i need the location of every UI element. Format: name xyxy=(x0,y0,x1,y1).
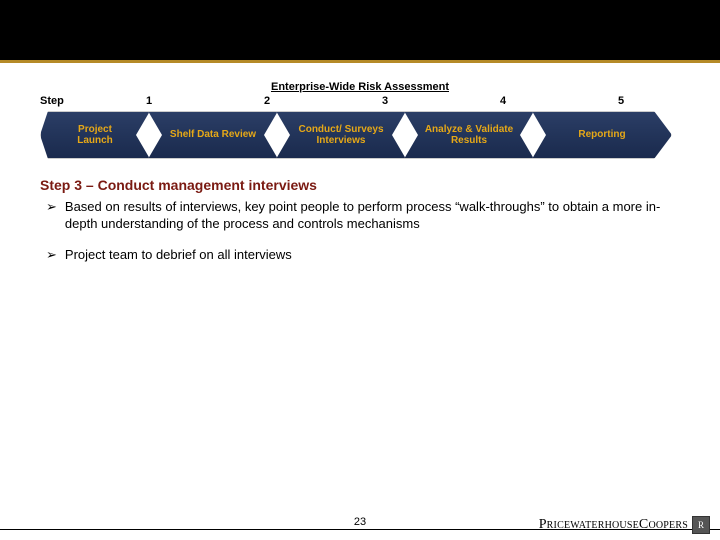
step-text-2: Shelf Data Review xyxy=(149,112,277,158)
brand-logo: PricewaterhouseCoopers R xyxy=(539,516,710,534)
step-box-2: Shelf Data Review xyxy=(148,111,278,159)
step-text-3: Conduct/ Surveys Interviews xyxy=(277,112,405,158)
step-text-5: Reporting xyxy=(533,112,671,158)
step-num-4: 4 xyxy=(444,95,562,107)
step-num-5: 5 xyxy=(562,95,680,107)
slide-content: Enterprise-Wide Risk Assessment Step 1 2… xyxy=(0,63,720,264)
step-num-2: 2 xyxy=(208,95,326,107)
title-bar xyxy=(0,0,720,63)
brand-mark-icon: R xyxy=(692,516,710,534)
step-box-4: Analyze & Validate Results xyxy=(404,111,534,159)
section-heading: Step 3 – Conduct management interviews xyxy=(40,177,680,193)
step-box-1: Project Launch xyxy=(40,111,150,159)
brand-text: PricewaterhouseCoopers xyxy=(539,517,688,533)
bullet-item: ➢ Project team to debrief on all intervi… xyxy=(46,247,680,264)
bullet-text: Based on results of interviews, key poin… xyxy=(65,199,680,233)
process-title: Enterprise-Wide Risk Assessment xyxy=(40,81,680,93)
step-box-3: Conduct/ Surveys Interviews xyxy=(276,111,406,159)
step-text-1: Project Launch xyxy=(41,112,149,158)
step-box-5: Reporting xyxy=(532,111,672,159)
process-arrow: Project Launch Shelf Data Review Conduct… xyxy=(40,111,680,159)
bullet-icon: ➢ xyxy=(46,199,57,233)
step-num-3: 3 xyxy=(326,95,444,107)
step-text-4: Analyze & Validate Results xyxy=(405,112,533,158)
step-label: Step xyxy=(40,95,90,107)
step-number-row: Step 1 2 3 4 5 xyxy=(40,95,680,107)
step-num-1: 1 xyxy=(90,95,208,107)
bullet-text: Project team to debrief on all interview… xyxy=(65,247,680,264)
bullet-icon: ➢ xyxy=(46,247,57,264)
bullet-item: ➢ Based on results of interviews, key po… xyxy=(46,199,680,233)
